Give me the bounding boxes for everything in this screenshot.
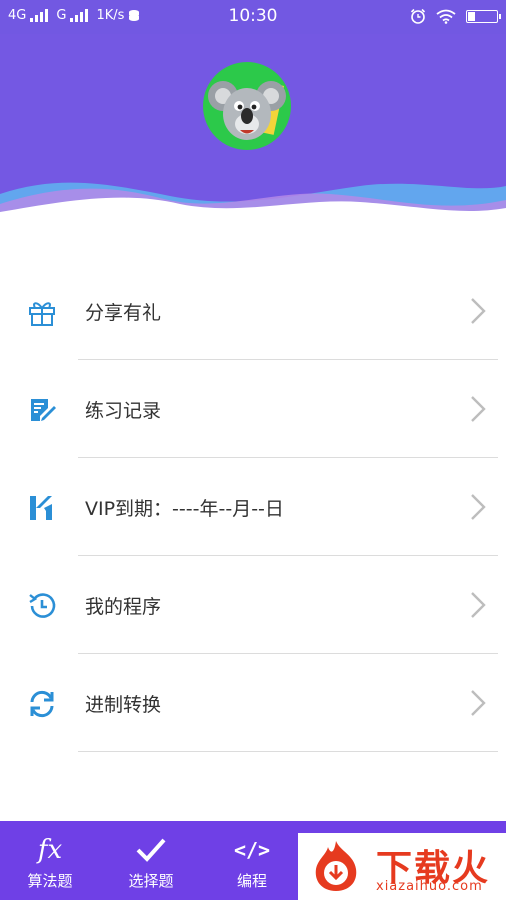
- tab-label: 选择题: [128, 872, 174, 890]
- menu-item-label: 分享有礼: [85, 302, 162, 324]
- tab-programming[interactable]: </> 编程: [202, 821, 302, 900]
- vip-icon: [30, 496, 52, 520]
- chevron-right-icon: [471, 690, 486, 716]
- menu-item-label: 练习记录: [85, 400, 162, 422]
- tab-label: 算法题: [27, 872, 73, 890]
- status-bar: 4G G 1K/s 10:30: [0, 0, 506, 34]
- menu-item-label: 我的程序: [85, 596, 162, 618]
- menu-item-base-conversion[interactable]: 进制转换: [0, 654, 506, 752]
- menu-list: 分享有礼 练习记录 VIP到期：----年--月--日 我的程序 进制转换: [0, 262, 506, 752]
- profile-header: [0, 34, 506, 224]
- chevron-right-icon: [471, 494, 486, 520]
- wave-decoration: [0, 182, 506, 224]
- check-icon: [101, 835, 201, 865]
- battery-icon: [466, 9, 501, 23]
- divider: [78, 751, 498, 752]
- fx-icon: fx: [37, 835, 63, 865]
- tab-multiple-choice[interactable]: 选择题: [101, 821, 201, 900]
- chevron-right-icon: [471, 592, 486, 618]
- code-icon: </>: [233, 838, 271, 862]
- menu-item-label: 进制转换: [85, 694, 162, 716]
- wifi-icon: [436, 9, 456, 24]
- status-right: [410, 8, 501, 24]
- alarm-icon: [410, 8, 426, 24]
- chevron-right-icon: [471, 396, 486, 422]
- menu-item-practice-record[interactable]: 练习记录: [0, 360, 506, 458]
- flame-logo-icon: [315, 841, 357, 891]
- refresh-icon: [30, 690, 54, 718]
- history-clock-icon: [29, 593, 56, 618]
- menu-item-my-programs[interactable]: 我的程序: [0, 556, 506, 654]
- menu-item-vip[interactable]: VIP到期：----年--月--日: [0, 458, 506, 556]
- tab-label: 编程: [236, 872, 267, 890]
- menu-item-share[interactable]: 分享有礼: [0, 262, 506, 360]
- avatar[interactable]: [203, 62, 291, 150]
- gift-icon: [29, 302, 55, 326]
- watermark-url: xiazaihuo.com: [376, 879, 483, 894]
- koala-avatar-icon: [208, 81, 286, 140]
- watermark-overlay: 下载火 xiazaihuo.com: [298, 833, 506, 900]
- chevron-right-icon: [471, 298, 486, 324]
- vip-expiry-label: VIP到期：----年--月--日: [85, 498, 284, 520]
- tab-algorithm[interactable]: fx 算法题: [0, 821, 100, 900]
- edit-note-icon: [31, 399, 56, 421]
